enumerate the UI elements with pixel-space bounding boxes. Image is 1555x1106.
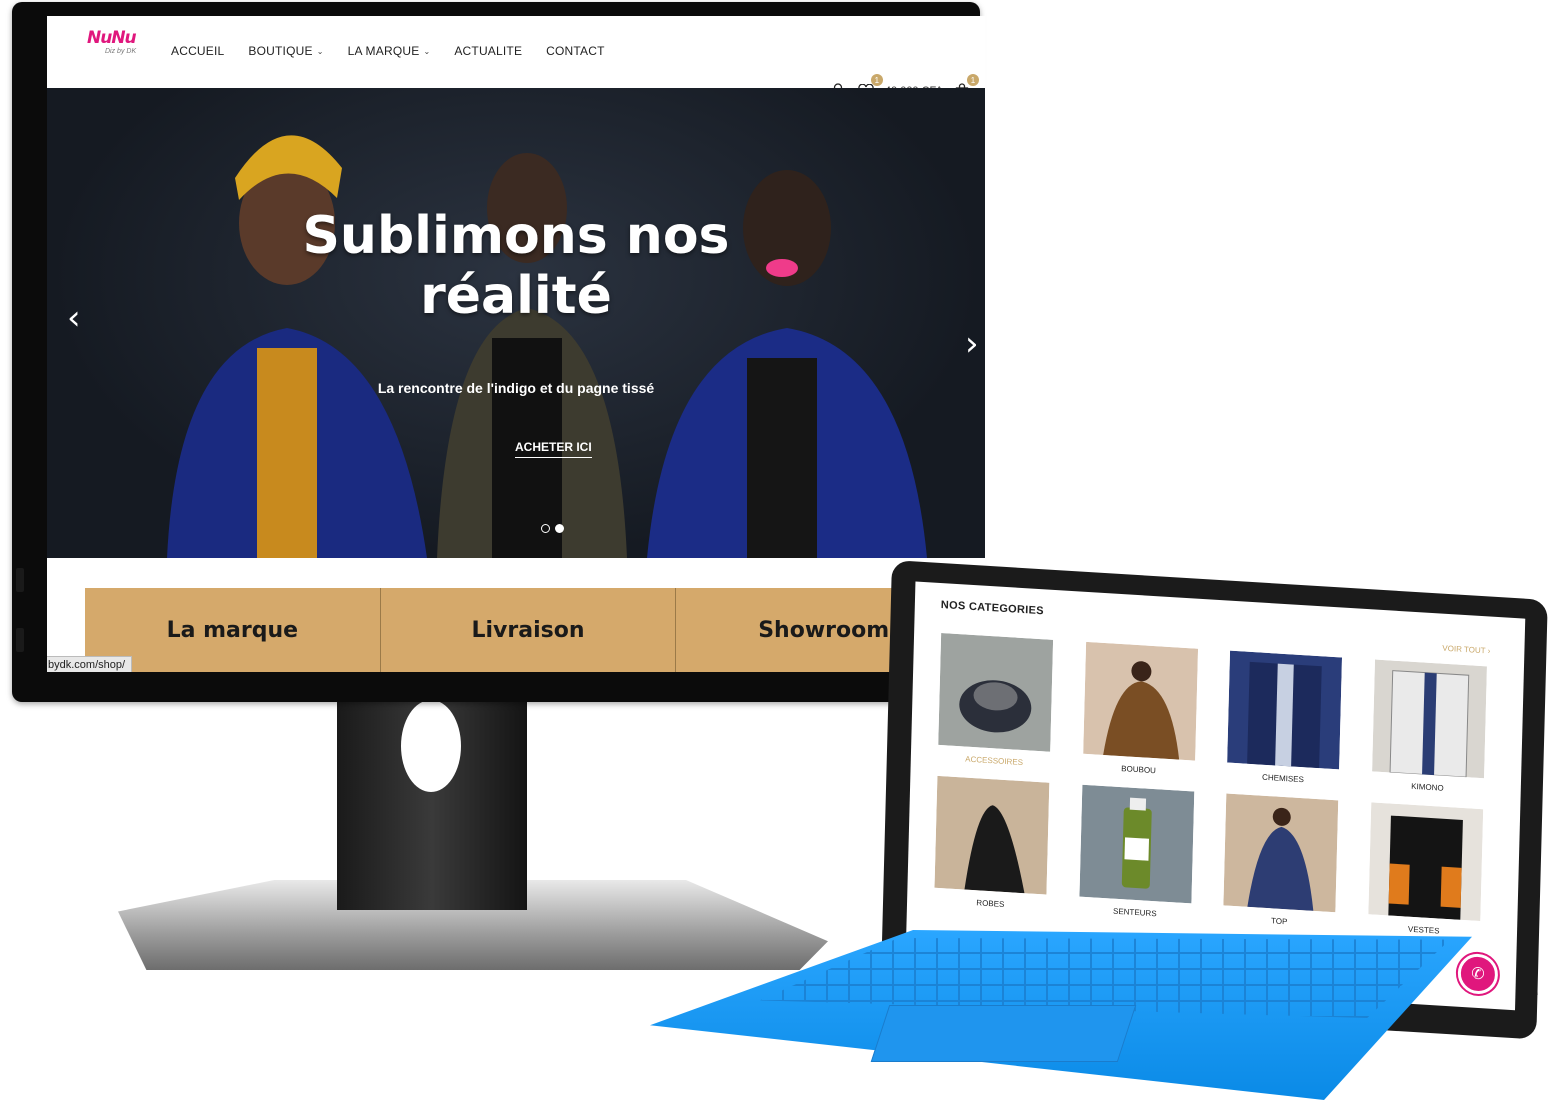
category-card[interactable]: KIMONO (1364, 659, 1494, 796)
chevron-down-icon: ⌄ (316, 46, 324, 56)
feature-boxes: La marque Livraison Showroom (85, 588, 971, 672)
category-card[interactable]: ROBES (927, 775, 1057, 912)
prev-slide-arrow-icon[interactable]: ‹ (67, 298, 81, 338)
category-label: KIMONO (1411, 781, 1444, 793)
category-image (1223, 793, 1339, 913)
category-label: TOP (1271, 916, 1288, 927)
logo-subtext: Diz by DK (105, 48, 137, 55)
category-label: ROBES (976, 898, 1005, 909)
category-card[interactable]: CHEMISES (1220, 650, 1350, 787)
hero-title-line: réalité (420, 266, 612, 326)
category-image (1368, 802, 1483, 922)
nav-label: ACTUALITE (454, 44, 523, 58)
slider-dots (541, 524, 564, 533)
main-nav: ACCUEIL BOUTIQUE ⌄ LA MARQUE ⌄ ACTUALITE C… (171, 44, 629, 58)
status-bar-url: bydk.com/shop/ (47, 656, 133, 672)
phone-call-button[interactable]: ✆ (1457, 952, 1499, 996)
category-image (1079, 784, 1195, 904)
monitor-frame: NuNu Diz by DK ACCUEIL BOUTIQUE ⌄ LA MARQ… (12, 2, 985, 702)
phone-icon: ✆ (1470, 965, 1485, 984)
category-label: VESTES (1407, 924, 1440, 936)
category-card[interactable]: SENTEURS (1071, 784, 1201, 921)
category-image (934, 775, 1050, 895)
keyboard-trackpad (870, 1005, 1137, 1062)
monitor-screen: NuNu Diz by DK ACCUEIL BOUTIQUE ⌄ LA MARQ… (47, 16, 985, 672)
hero-title-line: Sublimons nos (302, 206, 730, 266)
category-card[interactable]: VESTES (1360, 802, 1490, 939)
category-image (1082, 641, 1198, 761)
category-card[interactable]: TOP (1216, 793, 1346, 930)
nav-label: CONTACT (546, 44, 605, 58)
monitor-side-button[interactable] (16, 568, 24, 592)
monitor-side-button[interactable] (16, 628, 24, 652)
nav-la-marque[interactable]: LA MARQUE ⌄ (348, 44, 431, 58)
category-label: ACCESSOIRES (965, 754, 1024, 768)
category-label: CHEMISES (1262, 772, 1305, 785)
slider-dot[interactable] (541, 524, 550, 533)
category-card[interactable]: BOUBOU (1075, 641, 1205, 778)
category-grid: ACCESSOIRES BOUBOU CHEMISES KIMONO ROBES… (927, 633, 1494, 939)
nav-accueil[interactable]: ACCUEIL (171, 44, 224, 58)
nav-label: LA MARQUE (347, 44, 420, 58)
category-image (938, 633, 1054, 752)
categories-title: NOS CATEGORIES (940, 599, 1045, 618)
nav-boutique[interactable]: BOUTIQUE ⌄ (248, 44, 323, 58)
nav-label: BOUTIQUE (248, 44, 313, 58)
hero-slider: Sublimons nos réalité La rencontre de l'… (47, 88, 985, 558)
see-all-label: VOIR TOUT (1442, 643, 1486, 656)
site-header: NuNu Diz by DK ACCUEIL BOUTIQUE ⌄ LA MARQ… (47, 16, 985, 99)
monitor-stand-hole (401, 700, 461, 792)
category-image (1371, 659, 1487, 779)
cart-count-badge: 1 (967, 74, 979, 86)
category-card[interactable]: ACCESSOIRES (931, 633, 1061, 770)
logo-text: NuNu (87, 28, 137, 48)
category-label: SENTEURS (1112, 906, 1157, 919)
shop-now-button[interactable]: ACHETER ICI (515, 440, 592, 458)
chevron-down-icon: ⌄ (423, 46, 431, 56)
nav-label: ACCUEIL (171, 44, 225, 58)
hero-title: Sublimons nos réalité (47, 206, 985, 326)
slider-dot[interactable] (555, 524, 564, 533)
nav-contact[interactable]: CONTACT (546, 44, 605, 58)
category-image (1227, 650, 1343, 770)
see-all-link[interactable]: VOIR TOUT › (1442, 644, 1490, 656)
feature-livraison[interactable]: Livraison (381, 588, 677, 672)
next-slide-arrow-icon[interactable]: › (965, 324, 979, 364)
brand-logo[interactable]: NuNu Diz by DK (87, 28, 141, 68)
wishlist-count-badge: 1 (870, 74, 883, 86)
hero-subtitle: La rencontre de l'indigo et du pagne tis… (377, 380, 655, 396)
nav-actualite[interactable]: ACTUALITE (454, 44, 522, 58)
chevron-right-icon: › (1487, 646, 1491, 656)
category-label: BOUBOU (1121, 764, 1157, 776)
